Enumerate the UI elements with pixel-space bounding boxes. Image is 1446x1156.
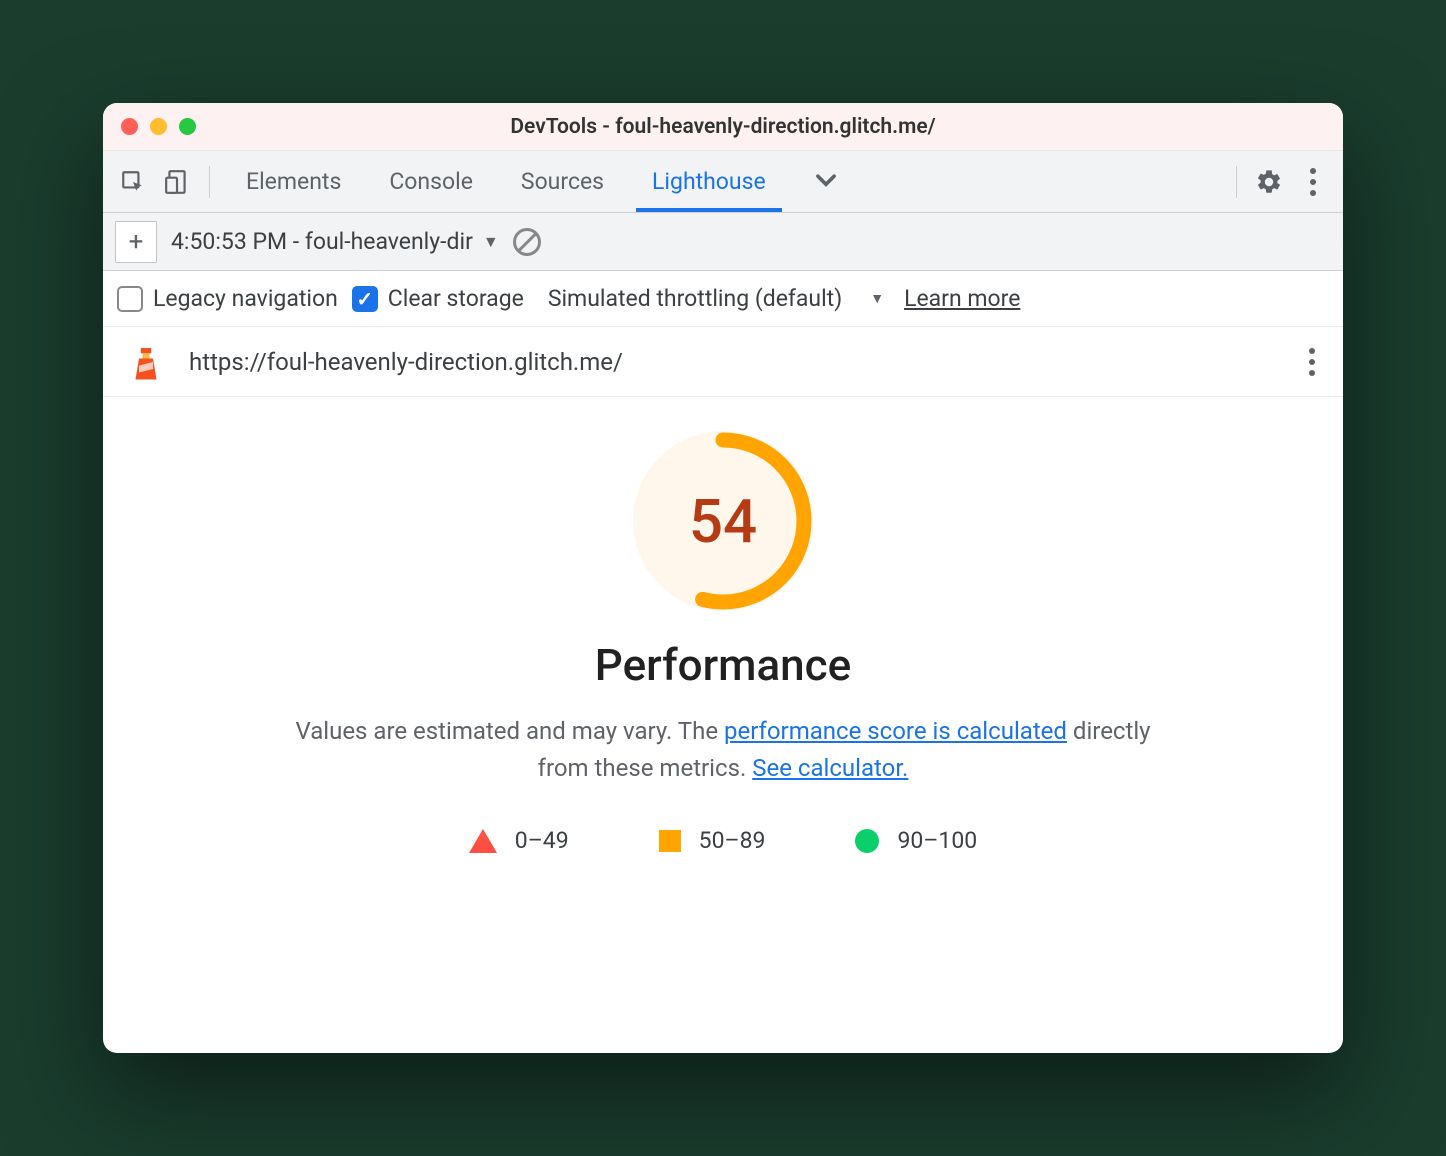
legend-fail: 0–49 <box>469 827 569 854</box>
see-calculator-link[interactable]: See calculator. <box>752 754 908 782</box>
lighthouse-toolbar: + 4:50:53 PM - foul-heavenly-dir ▼ <box>103 213 1343 271</box>
legend-fail-label: 0–49 <box>515 827 569 854</box>
throttling-label: Simulated throttling (default) <box>548 285 842 312</box>
maximize-window-button[interactable] <box>179 118 196 135</box>
lighthouse-icon <box>125 341 167 383</box>
checkbox-unchecked-icon[interactable] <box>117 286 143 312</box>
more-tabs-icon[interactable] <box>794 168 858 196</box>
legend-pass-label: 90–100 <box>897 827 977 854</box>
report-description: Values are estimated and may vary. The p… <box>273 713 1173 787</box>
tab-elements[interactable]: Elements <box>222 151 365 212</box>
legend-average: 50–89 <box>659 827 766 854</box>
learn-more-link[interactable]: Learn more <box>904 285 1020 312</box>
inspect-element-icon[interactable] <box>113 162 153 202</box>
report-category-title: Performance <box>595 639 851 691</box>
score-calc-doc-link[interactable]: performance score is calculated <box>724 717 1067 745</box>
devtools-window: DevTools - foul-heavenly-direction.glitc… <box>103 103 1343 1053</box>
legacy-navigation-option[interactable]: Legacy navigation <box>117 285 338 312</box>
chevron-down-icon[interactable]: ▼ <box>870 290 884 307</box>
toolbar-divider-right <box>1236 166 1237 198</box>
chevron-down-icon: ▼ <box>483 232 499 252</box>
new-report-button[interactable]: + <box>115 221 157 263</box>
square-icon <box>659 830 681 852</box>
clear-storage-option[interactable]: ✓ Clear storage <box>352 285 524 312</box>
kebab-icon <box>1303 342 1321 382</box>
circle-icon <box>855 829 879 853</box>
clear-storage-label: Clear storage <box>388 285 524 312</box>
gauge-score-value: 54 <box>633 431 813 611</box>
lighthouse-options: Legacy navigation ✓ Clear storage Simula… <box>103 271 1343 327</box>
report-selector-label: 4:50:53 PM - foul-heavenly-dir <box>171 228 473 255</box>
prohibited-icon <box>513 228 541 256</box>
legend-pass: 90–100 <box>855 827 977 854</box>
clear-report-button[interactable] <box>513 228 541 256</box>
panel-tabs: Elements Console Sources Lighthouse <box>222 151 790 212</box>
titlebar: DevTools - foul-heavenly-direction.glitc… <box>103 103 1343 151</box>
toolbar-divider <box>209 166 210 198</box>
report-menu-button[interactable] <box>1303 342 1321 382</box>
kebab-menu-icon[interactable] <box>1293 162 1333 202</box>
window-title: DevTools - foul-heavenly-direction.glitc… <box>103 115 1343 139</box>
tab-console[interactable]: Console <box>365 151 497 212</box>
main-toolbar: Elements Console Sources Lighthouse <box>103 151 1343 213</box>
report-url-bar: https://foul-heavenly-direction.glitch.m… <box>103 327 1343 397</box>
lighthouse-report: 54 Performance Values are estimated and … <box>103 397 1343 1053</box>
performance-gauge[interactable]: 54 <box>633 431 813 611</box>
triangle-icon <box>469 829 497 853</box>
minimize-window-button[interactable] <box>150 118 167 135</box>
score-legend: 0–49 50–89 90–100 <box>469 827 977 854</box>
checkbox-checked-icon[interactable]: ✓ <box>352 286 378 312</box>
desc-text-1: Values are estimated and may vary. The <box>295 717 724 745</box>
legend-avg-label: 50–89 <box>699 827 766 854</box>
report-url: https://foul-heavenly-direction.glitch.m… <box>189 348 623 376</box>
device-toggle-icon[interactable] <box>157 162 197 202</box>
tab-lighthouse[interactable]: Lighthouse <box>628 151 790 212</box>
report-selector[interactable]: 4:50:53 PM - foul-heavenly-dir ▼ <box>171 228 499 255</box>
traffic-lights <box>103 118 196 135</box>
close-window-button[interactable] <box>121 118 138 135</box>
legacy-navigation-label: Legacy navigation <box>153 285 338 312</box>
tab-sources[interactable]: Sources <box>497 151 628 212</box>
settings-icon[interactable] <box>1249 162 1289 202</box>
